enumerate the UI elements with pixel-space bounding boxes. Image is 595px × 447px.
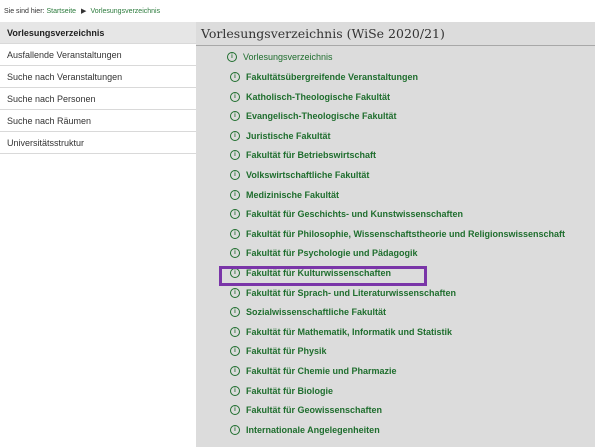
info-icon[interactable]: i [230, 228, 240, 239]
info-icon[interactable]: i [230, 111, 240, 122]
tree-item[interactable]: i Fakultät für Betriebswirtschaft [230, 147, 376, 163]
info-icon[interactable]: i [230, 130, 240, 141]
tree-item-label[interactable]: Fakultät für Psychologie und Pädagogik [246, 245, 418, 261]
page-title: Vorlesungsverzeichnis (WiSe 2020/21) [196, 22, 595, 46]
tree-item-label[interactable]: Fakultät für Mathematik, Informatik und … [246, 324, 452, 340]
info-icon[interactable]: i [230, 405, 240, 416]
tree-item[interactable]: i Fakultät für Kulturwissenschaften [230, 265, 391, 281]
tree-item[interactable]: i Internationale Angelegenheiten [230, 422, 380, 438]
tree-item[interactable]: i Fakultät für Sprach- und Literaturwisse… [230, 285, 456, 301]
info-icon[interactable]: i [230, 91, 240, 102]
tree-item[interactable]: i Sozialwissenschaftliche Fakultät [230, 304, 386, 320]
tree-item[interactable]: i Juristische Fakultät [230, 128, 331, 144]
tree-item-label[interactable]: Fakultätsübergreifende Veranstaltungen [246, 69, 418, 85]
info-icon[interactable]: i [230, 346, 240, 357]
info-icon[interactable]: i [230, 366, 240, 376]
tree-item-label[interactable]: Fakultät für Physik [246, 343, 327, 359]
tree-item-label[interactable]: Fakultät für Philosophie, Wissenschaftst… [246, 226, 565, 242]
tree-item[interactable]: i Evangelisch-Theologische Fakultät [230, 108, 397, 124]
tree-item[interactable]: i Fakultät für Physik [230, 343, 327, 359]
tree-item-label[interactable]: Volkswirtschaftliche Fakultät [246, 167, 369, 183]
sidebar-item-suche-raeume[interactable]: Suche nach Räumen [0, 110, 196, 132]
main-content: Vorlesungsverzeichnis (WiSe 2020/21) i V… [196, 22, 595, 447]
tree-item-label[interactable]: Fakultät für Sprach- und Literaturwissen… [246, 285, 456, 301]
tree-item-label[interactable]: Juristische Fakultät [246, 128, 331, 144]
tree-item[interactable]: i Fakultät für Psychologie und Pädagogik [230, 245, 418, 261]
tree-item[interactable]: i Fakultät für Mathematik, Informatik und… [230, 324, 452, 340]
tree-item[interactable]: i Medizinische Fakultät [230, 187, 339, 203]
tree-root-label[interactable]: Vorlesungsverzeichnis [243, 49, 333, 65]
tree-item-label[interactable]: Katholisch-Theologische Fakultät [246, 89, 390, 105]
tree-item-label[interactable]: Fakultät für Geschichts- und Kunstwissen… [246, 206, 463, 222]
info-icon[interactable]: i [230, 268, 240, 278]
tree-item-label[interactable]: Fakultät für Kulturwissenschaften [246, 265, 391, 281]
info-icon[interactable]: i [230, 424, 240, 435]
sidebar-item-suche-veranstaltungen[interactable]: Suche nach Veranstaltungen [0, 66, 196, 88]
tree-root-item[interactable]: i Vorlesungsverzeichnis [227, 49, 333, 65]
tree-item-label[interactable]: Fakultät für Betriebswirtschaft [246, 147, 376, 163]
tree-item-label[interactable]: Evangelisch-Theologische Fakultät [246, 108, 397, 124]
breadcrumb: Sie sind hier: Startseite ▶ Vorlesungsve… [4, 4, 160, 18]
info-icon[interactable]: i [230, 307, 240, 318]
tree-item-label[interactable]: Fakultät für Chemie und Pharmazie [246, 363, 397, 379]
tree-item-label[interactable]: Medizinische Fakultät [246, 187, 339, 203]
sidebar-item-suche-personen[interactable]: Suche nach Personen [0, 88, 196, 110]
tree-item-label[interactable]: Internationale Angelegenheiten [246, 422, 380, 438]
tree-item[interactable]: i Fakultät für Philosophie, Wissenschafts… [230, 226, 565, 242]
info-icon[interactable]: i [230, 170, 240, 180]
info-icon[interactable]: i [230, 287, 240, 298]
tree-item[interactable]: i Volkswirtschaftliche Fakultät [230, 167, 369, 183]
triangle-right-icon: ▶ [81, 8, 87, 15]
info-icon[interactable]: i [230, 385, 240, 396]
info-icon[interactable]: i [230, 72, 240, 82]
info-icon[interactable]: i [230, 150, 240, 161]
sidebar-nav: Vorlesungsverzeichnis Ausfallende Verans… [0, 22, 196, 154]
tree-item[interactable]: i Fakultät für Geowissenschaften [230, 402, 382, 418]
tree-item[interactable]: i Katholisch-Theologische Fakultät [230, 89, 390, 105]
tree-item[interactable]: i Fakultät für Chemie und Pharmazie [230, 363, 397, 379]
tree-item-label[interactable]: Sozialwissenschaftliche Fakultät [246, 304, 386, 320]
sidebar-item-universitaetsstruktur[interactable]: Universitätsstruktur [0, 132, 196, 154]
breadcrumb-current-link[interactable]: Vorlesungsverzeichnis [90, 8, 160, 15]
sidebar-item-ausfallende-veranstaltungen[interactable]: Ausfallende Veranstaltungen [0, 44, 196, 66]
breadcrumb-prefix: Sie sind hier: [4, 7, 45, 15]
tree-item[interactable]: i Fakultät für Biologie [230, 383, 333, 399]
info-icon[interactable]: i [230, 248, 240, 259]
tree-item[interactable]: i Fakultät für Geschichts- und Kunstwisse… [230, 206, 463, 222]
info-icon[interactable]: i [230, 209, 240, 220]
tree-item-label[interactable]: Fakultät für Biologie [246, 383, 333, 399]
breadcrumb-home-link[interactable]: Startseite [46, 8, 76, 15]
tree-item[interactable]: i Fakultätsübergreifende Veranstaltungen [230, 69, 418, 85]
sidebar-item-vorlesungsverzeichnis[interactable]: Vorlesungsverzeichnis [0, 22, 196, 44]
info-icon[interactable]: i [227, 52, 237, 62]
info-icon[interactable]: i [230, 326, 240, 337]
info-icon[interactable]: i [230, 189, 240, 200]
tree-item-label[interactable]: Fakultät für Geowissenschaften [246, 402, 382, 418]
